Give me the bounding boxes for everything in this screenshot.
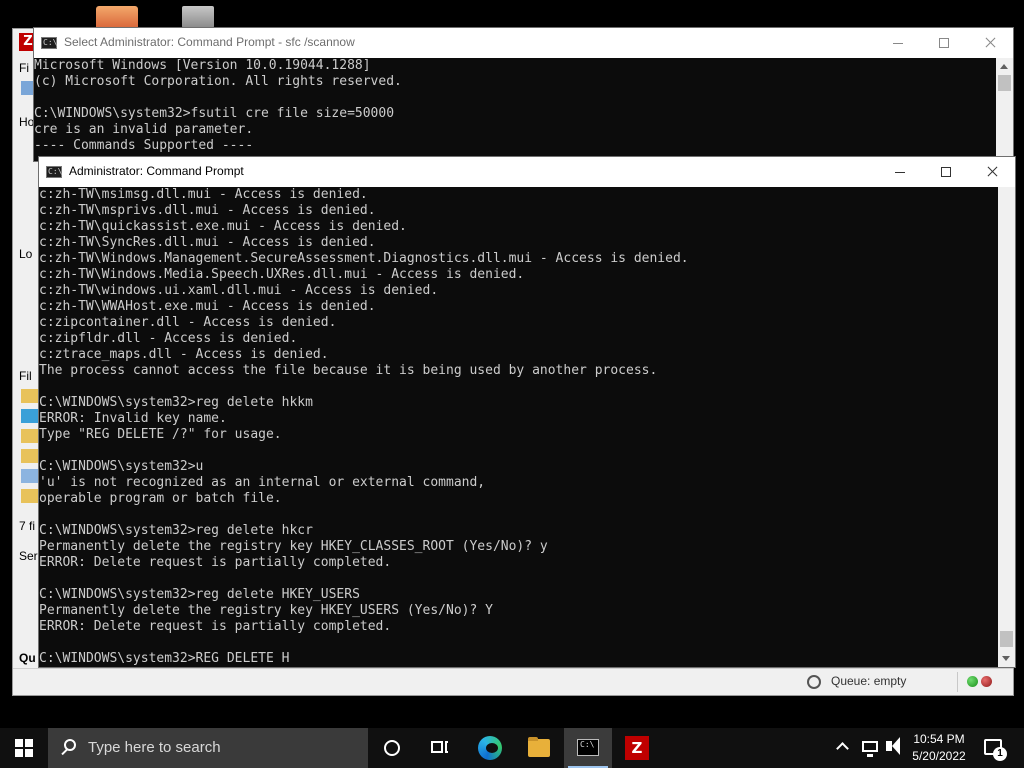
folder-icon[interactable] bbox=[96, 6, 138, 28]
command-prompt-icon: C:\ bbox=[46, 166, 63, 178]
console-line: c:zh-TW\Windows.Management.SecureAssessm… bbox=[39, 251, 689, 266]
window-title: Select Administrator: Command Prompt - s… bbox=[64, 35, 355, 49]
taskbar: Type here to search C:\ Z 10:54 PM 5/20/… bbox=[0, 728, 1024, 768]
console-line: C:\WINDOWS\system32>reg delete hkcr bbox=[39, 523, 313, 538]
close-button[interactable] bbox=[967, 28, 1013, 58]
console-line: The process cannot access the file becau… bbox=[39, 363, 658, 378]
close-button[interactable] bbox=[969, 157, 1015, 187]
drive-icon bbox=[21, 409, 39, 423]
console-line: c:ztrace_maps.dll - Access is denied. bbox=[39, 347, 329, 362]
console-line: cre is an invalid parameter. bbox=[34, 122, 254, 137]
search-icon bbox=[64, 739, 76, 751]
cortana-icon[interactable] bbox=[368, 728, 416, 768]
network-icon[interactable] bbox=[862, 741, 878, 757]
scroll-down-arrow-icon[interactable] bbox=[998, 650, 1015, 667]
command-prompt-icon: C:\ bbox=[577, 739, 599, 756]
scroll-up-arrow-icon[interactable] bbox=[996, 58, 1013, 75]
clock-date: 5/20/2022 bbox=[912, 749, 966, 763]
command-prompt-icon: C:\ bbox=[41, 37, 58, 49]
chevron-up-icon[interactable] bbox=[836, 742, 849, 755]
queue-status: Queue: empty bbox=[831, 674, 907, 688]
window-title: Administrator: Command Prompt bbox=[69, 164, 244, 178]
file-explorer-icon[interactable] bbox=[515, 728, 563, 768]
vertical-scrollbar[interactable] bbox=[998, 187, 1015, 667]
console-line: (c) Microsoft Corporation. All rights re… bbox=[34, 74, 402, 89]
start-button[interactable] bbox=[0, 728, 48, 768]
console-line: C:\WINDOWS\system32>u bbox=[39, 459, 204, 474]
console-line: ERROR: Delete request is partially compl… bbox=[39, 619, 392, 634]
minimize-button[interactable] bbox=[875, 28, 921, 58]
command-prompt-taskbar-button[interactable]: C:\ bbox=[564, 728, 612, 768]
status-divider bbox=[957, 672, 958, 692]
title-bar[interactable]: C:\ Select Administrator: Command Prompt… bbox=[34, 28, 1013, 58]
console-line: c:zipfldr.dll - Access is denied. bbox=[39, 331, 298, 346]
console-line: C:\WINDOWS\system32>reg delete HKEY_USER… bbox=[39, 587, 360, 602]
console-line: C:\WINDOWS\system32>fsutil cre file size… bbox=[34, 106, 395, 121]
console-line: operable program or batch file. bbox=[39, 491, 282, 506]
desktop: Z Fi Ho Lo Fil 7 fi Ser Qu Queue: empty … bbox=[0, 0, 1024, 728]
folder-icon bbox=[21, 429, 39, 443]
maximize-button[interactable] bbox=[921, 28, 967, 58]
filezilla-icon: Z bbox=[625, 736, 649, 760]
notification-count-badge: 1 bbox=[993, 747, 1007, 761]
folder-icon bbox=[21, 389, 39, 403]
task-view-icon[interactable] bbox=[416, 728, 464, 768]
console-line: c:zh-TW\quickassist.exe.mui - Access is … bbox=[39, 219, 407, 234]
console-line: Permanently delete the registry key HKEY… bbox=[39, 539, 548, 554]
folder-icon bbox=[21, 449, 39, 463]
volume-icon[interactable] bbox=[886, 737, 900, 755]
queue-icon bbox=[807, 675, 821, 689]
console-line: C:\WINDOWS\system32>reg delete hkkm bbox=[39, 395, 313, 410]
command-prompt-window-front[interactable]: C:\ Administrator: Command Prompt c:zh-T… bbox=[38, 156, 1016, 668]
folder-icon bbox=[21, 489, 39, 503]
console-line: c:zh-TW\msimsg.dll.mui - Access is denie… bbox=[39, 187, 368, 202]
clock-time: 10:54 PM bbox=[913, 732, 965, 746]
scroll-thumb[interactable] bbox=[998, 75, 1011, 91]
search-placeholder: Type here to search bbox=[88, 739, 221, 756]
windows-logo-icon bbox=[15, 739, 33, 757]
console-line: c:zh-TW\WWAHost.exe.mui - Access is deni… bbox=[39, 299, 376, 314]
contact-icon bbox=[21, 469, 39, 483]
console-line: ERROR: Invalid key name. bbox=[39, 411, 227, 426]
filezilla-status-bar: Queue: empty bbox=[13, 668, 1013, 695]
console-output[interactable]: Microsoft Windows [Version 10.0.19044.12… bbox=[34, 58, 996, 161]
console-line: Permanently delete the registry key HKEY… bbox=[39, 603, 493, 618]
console-line: c:zh-TW\SyncRes.dll.mui - Access is deni… bbox=[39, 235, 376, 250]
console-line: ---- Commands Supported ---- bbox=[34, 138, 254, 153]
system-clock[interactable]: 10:54 PM 5/20/2022 bbox=[906, 731, 972, 765]
command-prompt-window-back[interactable]: C:\ Select Administrator: Command Prompt… bbox=[33, 27, 1014, 162]
console-output[interactable]: c:zh-TW\msimsg.dll.mui - Access is denie… bbox=[39, 187, 998, 667]
server-icon[interactable] bbox=[182, 6, 214, 28]
console-line: 'u' is not recognized as an internal or … bbox=[39, 475, 486, 490]
vertical-scrollbar[interactable] bbox=[996, 58, 1013, 161]
maximize-button[interactable] bbox=[923, 157, 969, 187]
edge-icon[interactable] bbox=[466, 728, 514, 768]
console-line: C:\WINDOWS\system32>REG DELETE H bbox=[39, 651, 290, 666]
receive-led-icon bbox=[967, 676, 978, 687]
filezilla-taskbar-button[interactable]: Z bbox=[613, 728, 661, 768]
send-led-icon bbox=[981, 676, 992, 687]
console-line: c:zh-TW\Windows.Media.Speech.UXRes.dll.m… bbox=[39, 267, 525, 282]
console-line: ERROR: Delete request is partially compl… bbox=[39, 555, 392, 570]
taskbar-search-box[interactable]: Type here to search bbox=[48, 728, 368, 768]
scroll-thumb[interactable] bbox=[1000, 631, 1013, 647]
console-line: c:zh-TW\windows.ui.xaml.dll.mui - Access… bbox=[39, 283, 439, 298]
console-line: Type "REG DELETE /?" for usage. bbox=[39, 427, 282, 442]
console-line: c:zh-TW\msprivs.dll.mui - Access is deni… bbox=[39, 203, 376, 218]
minimize-button[interactable] bbox=[877, 157, 923, 187]
title-bar[interactable]: C:\ Administrator: Command Prompt bbox=[39, 157, 1015, 187]
console-line: Microsoft Windows [Version 10.0.19044.12… bbox=[34, 58, 371, 73]
console-line: c:zipcontainer.dll - Access is denied. bbox=[39, 315, 337, 330]
